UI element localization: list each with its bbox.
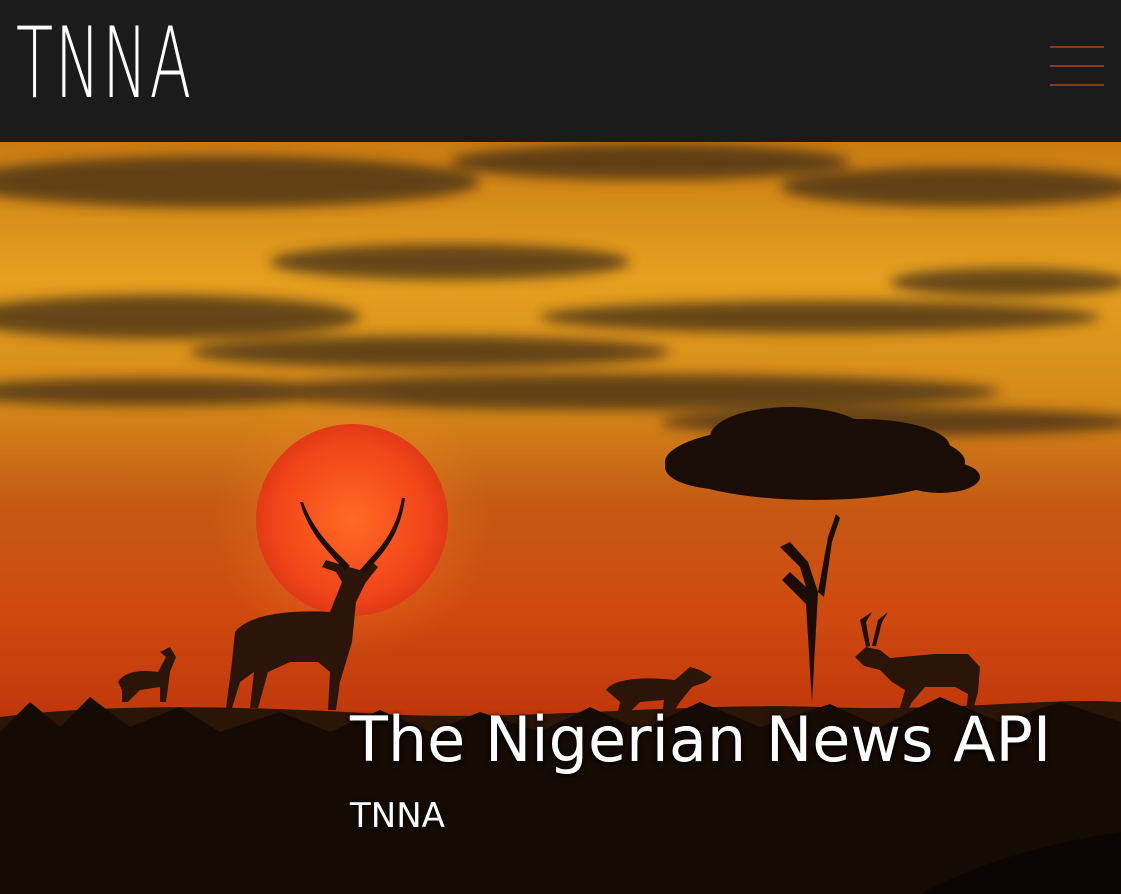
hero-subtitle: TNNA	[350, 796, 445, 836]
hamburger-menu-icon-bar-bottom	[1050, 84, 1104, 86]
hamburger-menu-button[interactable]	[1050, 46, 1104, 88]
hero-title: The Nigerian News API	[350, 703, 1052, 776]
site-logo[interactable]: TNNA	[16, 14, 193, 114]
site-header: TNNA	[0, 0, 1121, 142]
hamburger-menu-icon-bar-middle	[1050, 65, 1104, 67]
hero-section: The Nigerian News API TNNA	[0, 142, 1121, 894]
hamburger-menu-icon	[1050, 46, 1104, 48]
